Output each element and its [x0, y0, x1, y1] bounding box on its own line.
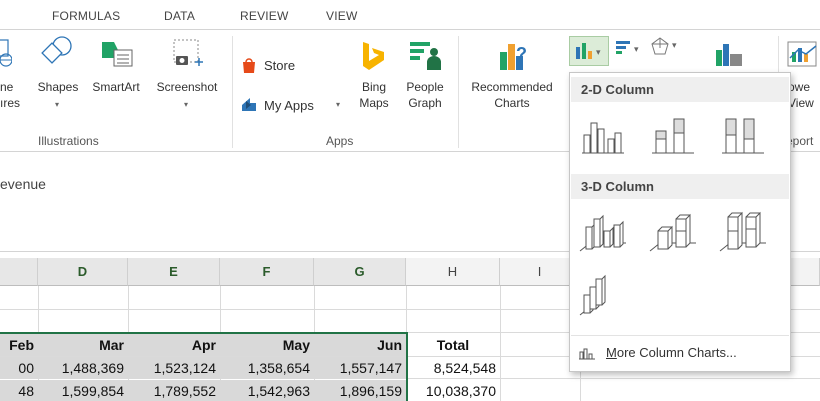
shapes-dropdown-icon: ▾ [55, 100, 60, 109]
online-pictures-label-2: ıres [0, 96, 21, 110]
column-header-f[interactable]: F [220, 258, 314, 286]
group-separator [232, 36, 233, 148]
column-header-d[interactable]: D [38, 258, 128, 286]
online-pictures-icon [0, 39, 12, 67]
100-stacked-column-icon [722, 118, 764, 154]
tab-formulas[interactable]: FORMULAS [52, 9, 120, 23]
svg-text:▾: ▾ [596, 47, 601, 57]
column-chart-icon: ▾ [576, 43, 601, 59]
table-cell[interactable]: 10,038,370 [406, 380, 500, 401]
more-column-charts-label: ore Column Charts... [616, 345, 737, 360]
bing-maps-label-1: Bing [361, 80, 387, 94]
screenshot-button[interactable]: Screenshot ▾ [148, 36, 226, 126]
clustered-column-option[interactable] [576, 109, 630, 161]
radar-chart-icon[interactable]: ▾ [650, 36, 690, 56]
3d-stacked-column-option[interactable] [646, 205, 700, 257]
stacked-column-icon [652, 118, 694, 154]
column-header-e[interactable]: E [128, 258, 220, 286]
more-column-charts-link[interactable]: More Column Charts... [578, 345, 737, 360]
pivot-chart-icon[interactable] [712, 40, 752, 70]
stacked-column-option[interactable] [646, 109, 700, 161]
store-label: Store [264, 58, 296, 73]
tab-view[interactable]: VIEW [326, 9, 357, 23]
smartart-button[interactable]: SmartArt [86, 36, 146, 126]
group-separator [458, 36, 459, 148]
my-apps-icon [242, 98, 256, 111]
table-cell[interactable]: 8,524,548 [406, 357, 500, 379]
apps-group-label: Apps [326, 134, 354, 148]
power-view-label-1: owe [788, 80, 811, 94]
grid-line [500, 286, 501, 401]
3d-100-stacked-column-icon [719, 211, 766, 252]
column-header-g[interactable]: G [314, 258, 406, 286]
power-view-icon [787, 41, 817, 67]
screenshot-icon [173, 39, 203, 66]
cell-total-header[interactable]: Total [406, 334, 500, 356]
bar-chart-icon[interactable]: ▾ [614, 38, 654, 58]
power-view-label-2: View [788, 96, 814, 110]
3d-clustered-column-option[interactable] [576, 205, 630, 257]
shapes-button[interactable]: Shapes ▾ [33, 36, 83, 126]
shapes-icon [41, 36, 72, 64]
section-2d-column: 2-D Column [571, 77, 789, 102]
tab-review[interactable]: REVIEW [240, 9, 289, 23]
3d-100-stacked-column-option[interactable] [716, 205, 770, 257]
ribbon-tab-bar: FORMULAS DATA REVIEW VIEW [0, 0, 820, 30]
svg-text:▾: ▾ [634, 44, 639, 54]
people-graph-label-1: People [406, 80, 444, 94]
people-graph-icon [410, 42, 441, 70]
column-chart-button[interactable]: ▾ [569, 36, 609, 66]
column-chart-gallery: 2-D Column 3-D Column M ore Column Chart… [569, 72, 791, 372]
3d-stacked-column-icon [649, 213, 696, 252]
screenshot-dropdown-icon: ▾ [184, 100, 189, 109]
illustrations-group-label: Illustrations [38, 134, 99, 148]
smartart-icon [102, 42, 133, 67]
clustered-column-icon [582, 122, 624, 154]
store-icon [243, 58, 255, 73]
revenue-title-text[interactable]: evenue [0, 176, 46, 192]
column-chart-small-icon [579, 348, 595, 359]
bing-maps-icon [363, 42, 384, 70]
bing-maps-label-2: Maps [359, 96, 389, 110]
3d-clustered-column-icon [579, 214, 626, 252]
3d-column-option[interactable] [576, 269, 630, 321]
column-header-c[interactable] [0, 258, 38, 286]
selection-range [0, 332, 408, 401]
screenshot-label: Screenshot [156, 80, 218, 94]
menu-divider [571, 335, 789, 336]
recommended-charts-label-2: Charts [494, 96, 530, 110]
100-stacked-column-option[interactable] [716, 109, 770, 161]
recommended-charts-button[interactable]: ? Recommended Charts [462, 36, 562, 126]
column-header-h[interactable]: H [406, 258, 500, 286]
online-pictures-label: ne [0, 80, 14, 94]
online-pictures-button[interactable]: ne ıres [0, 36, 20, 126]
my-apps-dropdown-icon: ▾ [336, 100, 341, 109]
svg-text:?: ? [516, 44, 527, 64]
people-graph-button[interactable]: People Graph [400, 36, 450, 126]
people-graph-label-2: Graph [408, 96, 442, 110]
recommended-charts-label-1: Recommended [471, 80, 553, 94]
section-3d-column: 3-D Column [571, 174, 789, 199]
3d-column-icon [579, 274, 606, 316]
my-apps-button[interactable]: My Apps ▾ [240, 96, 344, 116]
column-header-i[interactable]: I [500, 258, 580, 286]
my-apps-label: My Apps [264, 98, 314, 113]
recommended-charts-icon: ? [500, 44, 527, 70]
bing-maps-button[interactable]: Bing Maps [352, 36, 396, 126]
tab-data[interactable]: DATA [164, 9, 195, 23]
more-column-charts-accesskey: M [606, 345, 617, 360]
shapes-label: Shapes [37, 80, 79, 94]
svg-text:▾: ▾ [672, 40, 677, 50]
smartart-label: SmartArt [92, 80, 140, 94]
